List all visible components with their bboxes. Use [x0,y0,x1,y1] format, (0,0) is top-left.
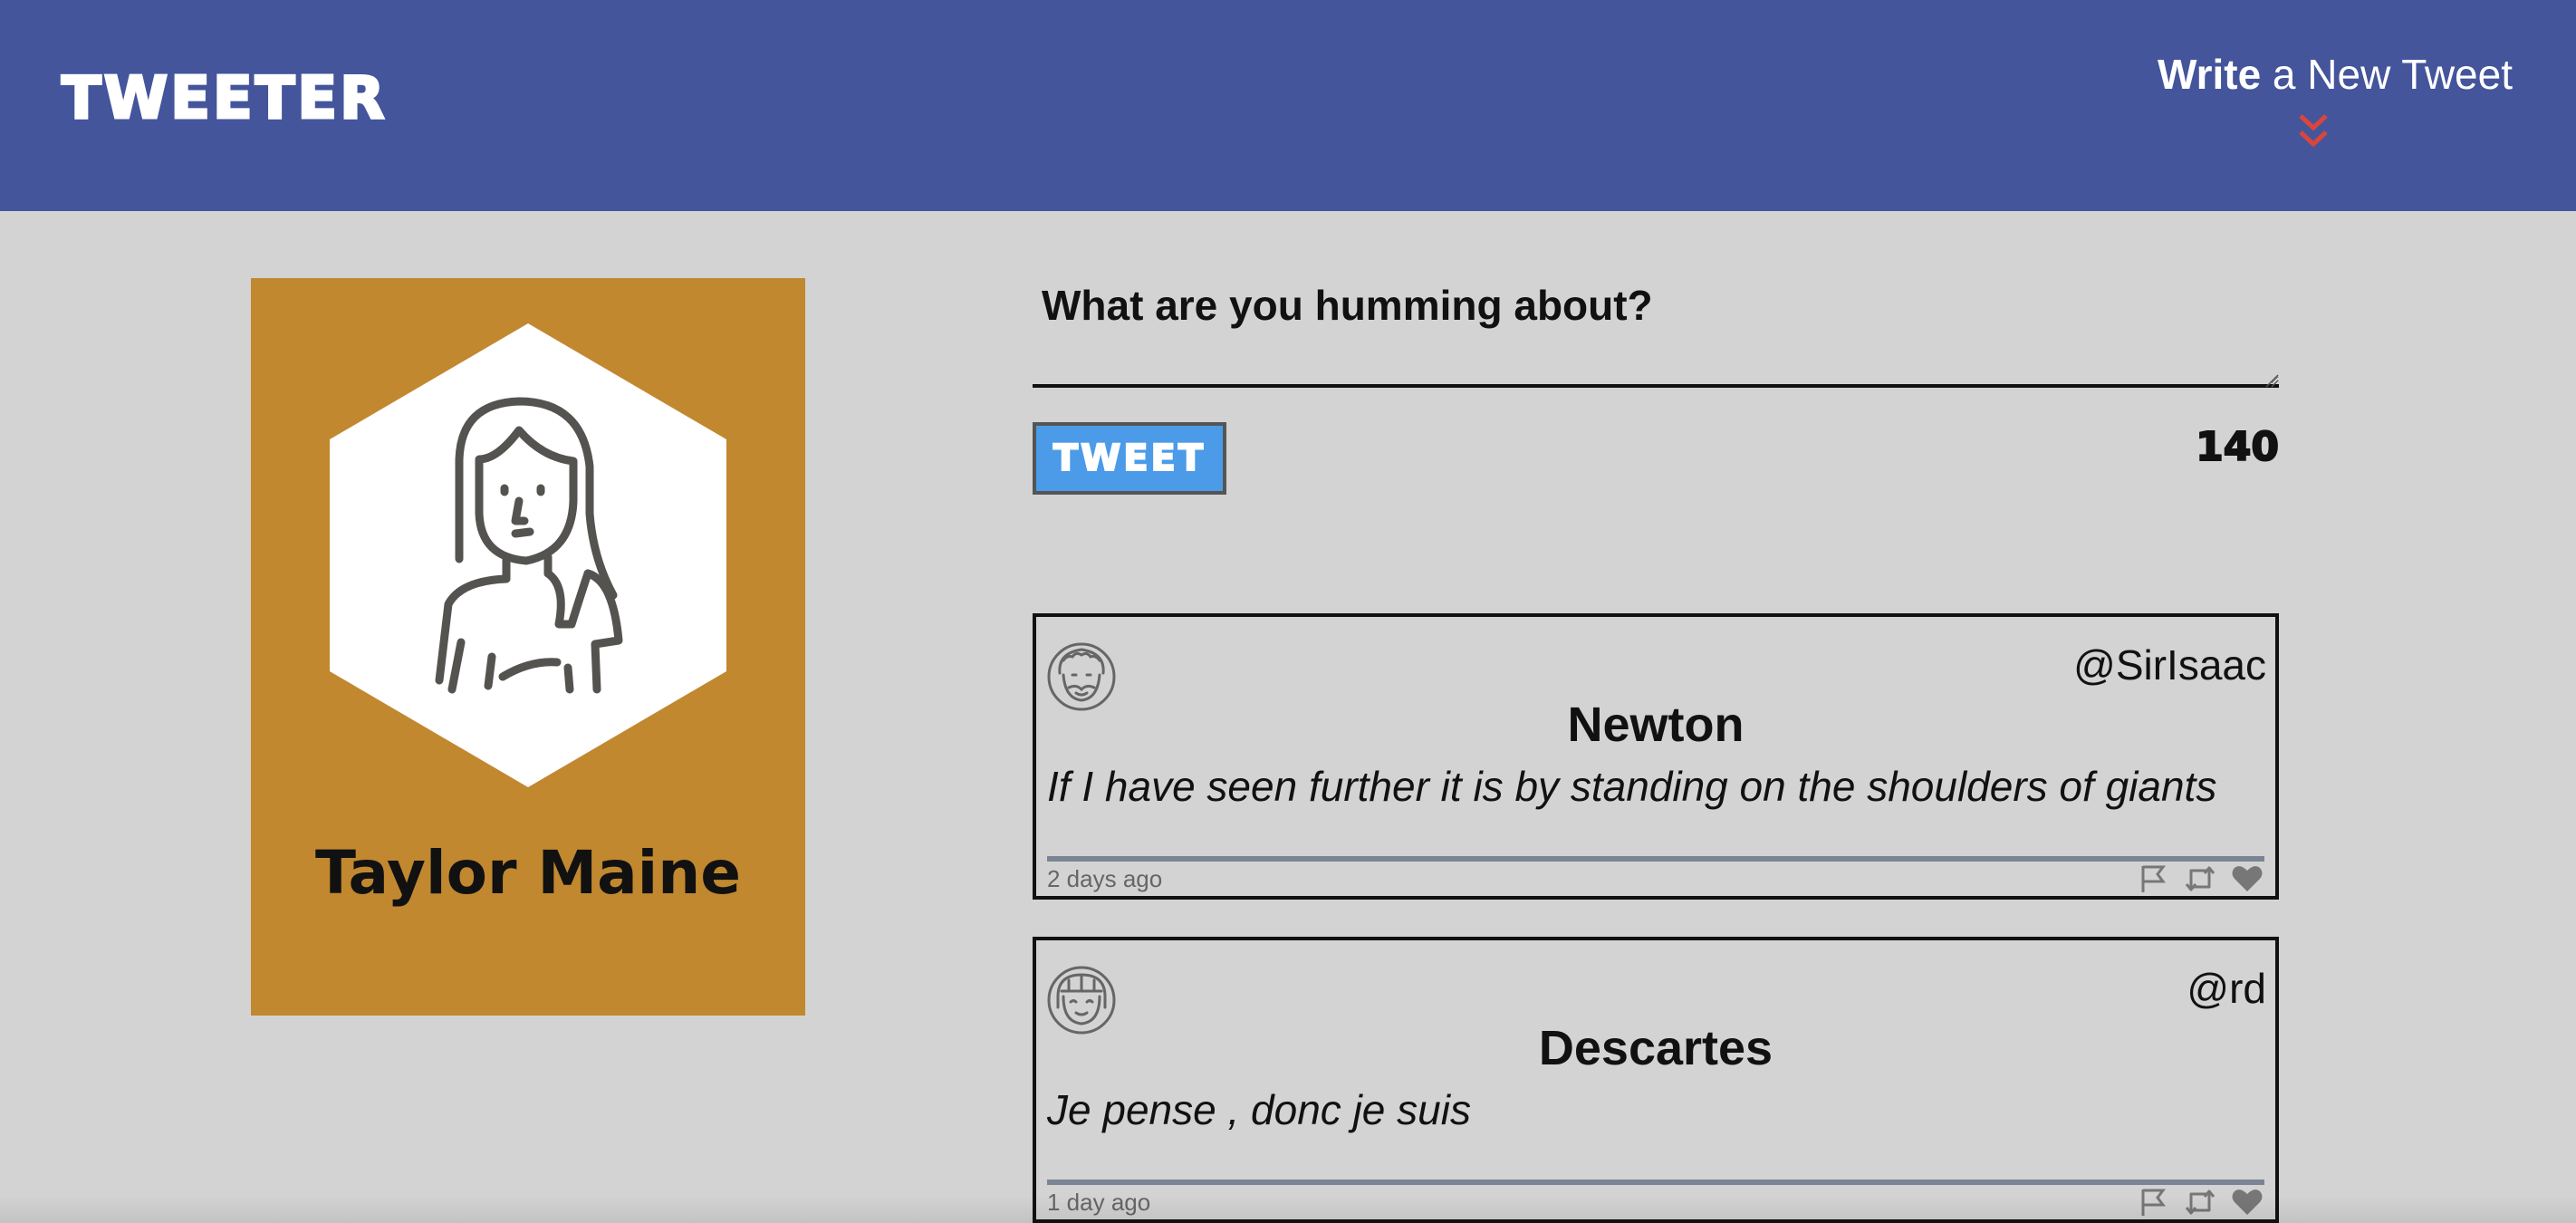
tweet-card: @SirIsaac Newton If I have seen further … [1033,613,2279,900]
write-new-tweet-toggle[interactable]: Write a New Tweet [2060,45,2513,163]
bottom-shadow [0,1196,2576,1223]
flag-icon[interactable] [2136,863,2170,894]
profile-name: Taylor Maine [314,838,742,908]
write-new-tweet-label: Write a New Tweet [2157,51,2513,98]
tweet-input[interactable] [1033,272,2279,388]
tweet-author-name: Newton [1567,698,1745,752]
tweet-divider [1047,1180,2264,1185]
tweet-content: If I have seen further it is by standing… [1047,763,2217,810]
top-nav: TWEETER Write a New Tweet [0,0,2576,211]
tweet-handle: @SirIsaac [2073,641,2266,689]
tweet-content: Je pense , donc je suis [1047,1086,1471,1133]
tweet-button[interactable]: TWEET [1033,422,1226,495]
brand-logo[interactable]: TWEETER [60,64,387,134]
tweet-divider [1047,856,2264,862]
char-counter: 140 [2195,423,2280,471]
double-chevron-down-icon[interactable] [2295,112,2331,152]
profile-card: Taylor Maine [251,278,805,1016]
heart-icon[interactable] [2230,863,2264,894]
tweet-card: @rd Descartes Je pense , donc je suis 1 … [1033,937,2279,1223]
woman-avatar-icon [330,323,726,787]
tweet-actions [2136,863,2264,894]
resize-grip-icon[interactable] [2264,373,2279,388]
tweet-timestamp: 2 days ago [1047,865,1163,892]
tweet-handle: @rd [2187,965,2266,1012]
retweet-icon[interactable] [2183,863,2217,894]
tweet-author-name: Descartes [1538,1021,1773,1075]
